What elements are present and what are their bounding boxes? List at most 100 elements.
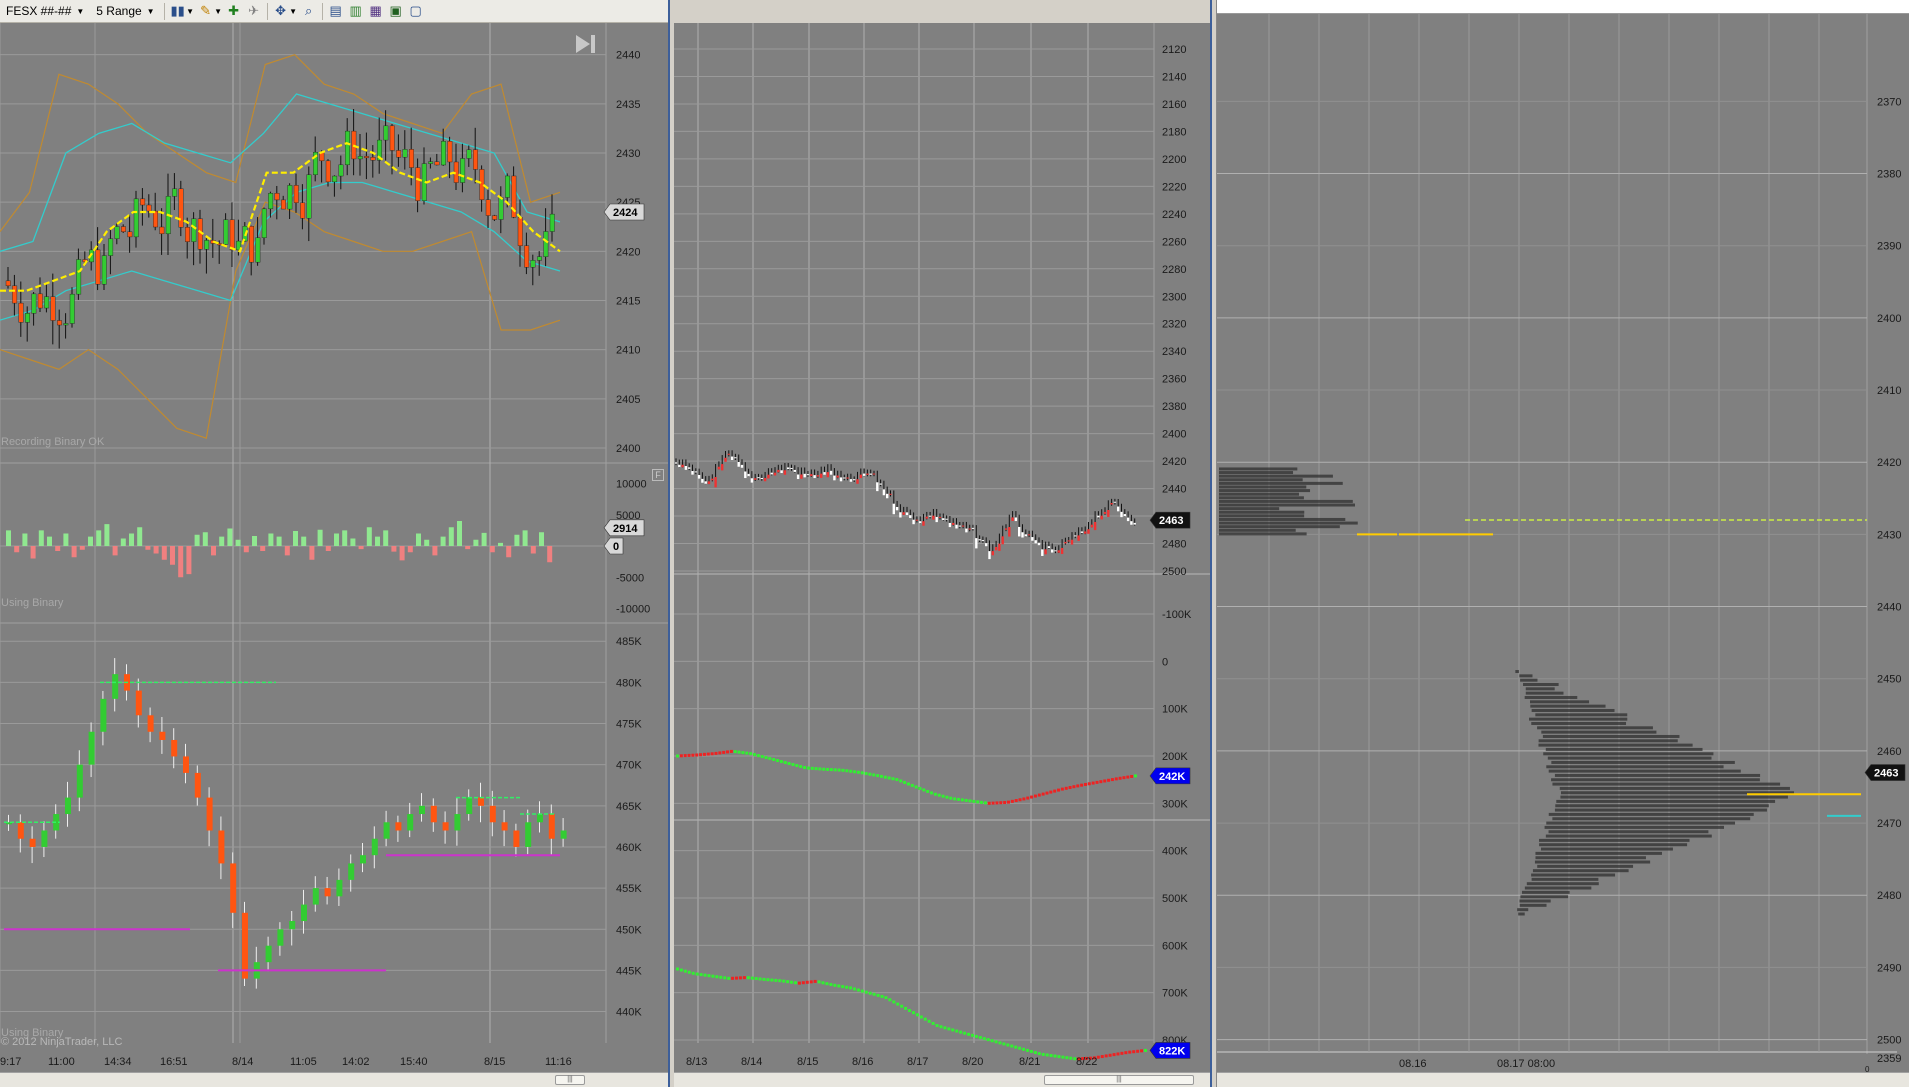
delta-mark <box>1126 775 1130 779</box>
oscillator-bar <box>407 546 413 553</box>
candle-body <box>810 474 813 477</box>
middle-horizontal-scrollbar[interactable]: ||| <box>674 1072 1210 1087</box>
zero-label: 0 <box>1865 1065 1870 1072</box>
delta-mark <box>764 756 768 760</box>
right-horizontal-scrollbar[interactable] <box>1217 1072 1909 1087</box>
candle-body <box>178 188 184 228</box>
cumulative-delta-mark <box>825 982 829 986</box>
oscillator-bar <box>30 546 36 559</box>
oscillator-bar <box>448 527 454 546</box>
candle-body <box>261 208 267 238</box>
delta-mark <box>833 768 837 772</box>
candle-body <box>760 477 763 479</box>
candle-body <box>869 473 872 475</box>
oscillator-bar <box>6 530 11 546</box>
left-chart-canvas[interactable]: 2440243524302425242024152410240524002424… <box>0 23 668 1072</box>
tpo-letters <box>1219 471 1294 475</box>
oscillator-bar <box>120 538 126 546</box>
data-box-icon[interactable]: ▤ <box>326 2 346 21</box>
delta-mark <box>1026 796 1030 800</box>
candle-body <box>707 481 711 485</box>
indicators-icon[interactable]: ▥ <box>346 2 366 21</box>
oscillator-bar <box>186 546 192 575</box>
left-horizontal-scrollbar[interactable]: ||| <box>0 1072 668 1087</box>
oscillator-status: Using Binary <box>1 597 64 609</box>
ninjatrader-workspace: FESX ##-## ▼ 5 Range ▼ ▮▮ ▼ ✎ ▼ ✚ ✈ ✥ ▼ … <box>0 0 1909 1087</box>
candle-body <box>866 473 869 475</box>
middle-chart-canvas[interactable]: 2500248024602440242024002380236023402320… <box>674 23 1210 1072</box>
delta-mark <box>818 767 822 771</box>
candle-body <box>248 225 254 263</box>
market-profile-panel[interactable]: 2500 2490 2480 2470 2460 2450 2440 2430 2420 2410… <box>1217 14 1909 1072</box>
delta-mark <box>814 767 818 771</box>
delta-mark <box>960 798 964 802</box>
volume-axis-label: 400K <box>1162 846 1188 858</box>
panel-splitter[interactable] <box>1210 0 1217 1087</box>
scrollbar-thumb[interactable]: ||| <box>555 1075 585 1085</box>
candle-body <box>88 731 95 765</box>
market-profile-canvas[interactable]: 2500 2490 2480 2470 2460 2450 2440 2430 2420 2410… <box>1217 14 1909 1072</box>
cumulative-delta-mark <box>1014 1045 1018 1049</box>
zoom-icon[interactable]: ⌕ <box>299 2 319 21</box>
middle-chart-panel[interactable]: 2500248024602440242024002380236023402320… <box>674 23 1210 1072</box>
skip-to-end-icon[interactable] <box>574 33 596 55</box>
tpo-letters <box>1537 726 1653 730</box>
delta-mark <box>918 786 922 790</box>
cumulative-delta-mark <box>746 976 750 980</box>
candle-body <box>338 164 344 177</box>
panel-marker[interactable]: F <box>652 469 664 481</box>
candle-body <box>1027 534 1031 536</box>
delta-mark <box>964 798 968 802</box>
delta-mark <box>1060 787 1064 791</box>
cumulative-delta-mark <box>695 972 699 976</box>
time-axis-label: 9:17 <box>0 1056 21 1068</box>
candle-body <box>268 193 274 210</box>
oscillator-bar <box>424 539 430 546</box>
delta-mark <box>768 757 772 761</box>
delta-mark <box>853 770 857 774</box>
tpo-letters <box>1537 864 1634 868</box>
delta-mark <box>1114 777 1118 781</box>
cumulative-delta-mark <box>813 979 817 983</box>
strategy-icon[interactable]: ✈ <box>244 2 264 21</box>
oscillator-bar <box>539 532 544 546</box>
candle-body <box>159 226 165 235</box>
oscillator-bar <box>145 546 151 550</box>
candle-body <box>1100 515 1103 520</box>
delta-mark <box>1091 781 1095 785</box>
cumulative-delta-mark <box>915 1013 919 1017</box>
delta-mark <box>968 799 972 803</box>
chevron-down-icon[interactable]: ▼ <box>213 2 224 21</box>
candle-body <box>478 797 484 806</box>
candle-body <box>415 167 421 201</box>
candle-body <box>383 822 390 839</box>
candle-body <box>697 474 701 479</box>
tpo-letters <box>1530 704 1606 708</box>
candle-body <box>704 481 707 484</box>
strategies-icon[interactable]: ▦ <box>366 2 386 21</box>
candle-body <box>849 479 853 482</box>
tpo-letters <box>1540 847 1673 851</box>
chevron-down-icon[interactable]: ▼ <box>185 2 196 21</box>
delta-mark <box>930 791 934 795</box>
cumulative-delta-mark <box>927 1019 931 1023</box>
left-chart-panel[interactable]: 2440 2435 2430 2425 2420 2415 2410 2405 2400 2424… <box>0 23 668 1072</box>
bar-type-selector[interactable]: 5 Range ▼ <box>90 2 160 21</box>
candle-body <box>1064 541 1067 544</box>
candle-body <box>783 470 787 475</box>
candle-body <box>1018 526 1021 537</box>
candle-body <box>466 149 472 159</box>
add-indicator-icon[interactable]: ✚ <box>224 2 244 21</box>
tpo-letters <box>1551 778 1760 782</box>
window-icon[interactable]: ▢ <box>406 2 426 21</box>
instrument-selector[interactable]: FESX ##-## ▼ <box>0 2 90 21</box>
candle-body <box>938 516 942 518</box>
chevron-down-icon[interactable]: ▼ <box>288 2 299 21</box>
cumulative-delta-mark <box>1136 1049 1140 1053</box>
candle-body <box>206 797 213 831</box>
price-axis-label: 2120 <box>1162 44 1186 56</box>
oscillator-bar <box>391 546 397 552</box>
scrollbar-thumb[interactable]: ||| <box>1044 1075 1194 1085</box>
price-axis-label: 2410 <box>616 345 640 357</box>
properties-icon[interactable]: ▣ <box>386 2 406 21</box>
